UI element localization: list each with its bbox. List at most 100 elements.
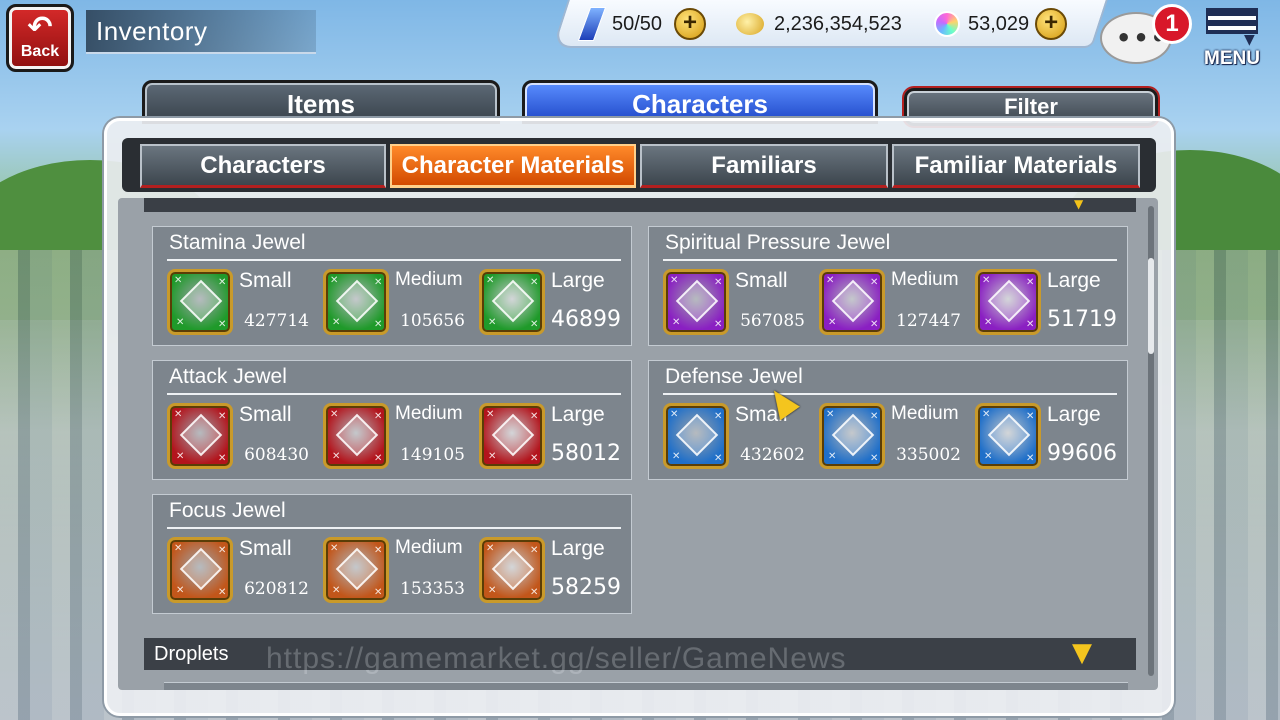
sparkle-icon: ✕ bbox=[332, 451, 341, 462]
sparkle-icon: ✕ bbox=[530, 545, 539, 556]
subtab-character-materials[interactable]: Character Materials bbox=[390, 144, 636, 188]
sparkle-icon: ✕ bbox=[826, 275, 835, 286]
orb-value: 53,029 bbox=[968, 12, 1030, 35]
gem-shape-icon bbox=[675, 279, 719, 323]
sparkle-icon: ✕ bbox=[714, 319, 723, 330]
jewel-slot-large[interactable]: ✕ ✕ ✕ ✕ Large 58012 bbox=[471, 403, 627, 473]
jewel-group-card: Attack Jewel ✕ ✕ ✕ ✕ Small 608430 ✕ ✕ ✕ ✕ Medium 149… bbox=[152, 360, 632, 480]
jewel-size-label: Large bbox=[551, 403, 605, 426]
sparkle-icon: ✕ bbox=[488, 317, 497, 328]
jewel-size-label: Large bbox=[551, 537, 605, 560]
sparkle-icon: ✕ bbox=[714, 277, 723, 288]
jewel-slot-small[interactable]: ✕ ✕ ✕ ✕ Small 608430 bbox=[159, 403, 315, 473]
jewel-count: 608430 bbox=[244, 445, 309, 465]
gem-shape-icon bbox=[491, 547, 535, 591]
back-button[interactable]: ↶ Back bbox=[6, 4, 74, 72]
sparkle-icon: ✕ bbox=[870, 411, 879, 422]
subtab-characters[interactable]: Characters bbox=[140, 144, 386, 188]
sparkle-icon: ✕ bbox=[218, 545, 227, 556]
divider bbox=[167, 259, 621, 261]
gem-shape-icon bbox=[987, 279, 1031, 323]
jewel-slot-large[interactable]: ✕ ✕ ✕ ✕ Large 99606 bbox=[967, 403, 1123, 473]
jewel-slot-small[interactable]: ✕ ✕ ✕ ✕ Small 567085 bbox=[655, 269, 811, 339]
sparkle-icon: ✕ bbox=[828, 451, 837, 462]
coin-icon bbox=[736, 13, 764, 35]
sparkle-icon: ✕ bbox=[332, 585, 341, 596]
divider bbox=[167, 393, 621, 395]
jewel-group-title: Attack Jewel bbox=[169, 365, 287, 388]
jewel-icon[interactable]: ✕ ✕ ✕ ✕ bbox=[479, 403, 545, 469]
sparkle-icon: ✕ bbox=[1026, 319, 1035, 330]
jewel-slot-large[interactable]: ✕ ✕ ✕ ✕ Large 51719 bbox=[967, 269, 1123, 339]
sparkle-icon: ✕ bbox=[330, 275, 339, 286]
sparkle-icon: ✕ bbox=[670, 275, 679, 286]
jewels-section-header[interactable] bbox=[144, 198, 1136, 212]
sparkle-icon: ✕ bbox=[174, 409, 183, 420]
jewel-count: 127447 bbox=[896, 311, 961, 331]
jewel-slot-medium[interactable]: ✕ ✕ ✕ ✕ Medium 335002 bbox=[811, 403, 967, 473]
jewel-icon[interactable]: ✕ ✕ ✕ ✕ bbox=[819, 403, 885, 469]
jewel-icon[interactable]: ✕ ✕ ✕ ✕ bbox=[167, 269, 233, 335]
jewel-icon[interactable]: ✕ ✕ ✕ ✕ bbox=[663, 403, 729, 469]
sparkle-icon: ✕ bbox=[1026, 277, 1035, 288]
jewel-size-label: Medium bbox=[891, 403, 959, 424]
divider bbox=[663, 393, 1117, 395]
sparkle-icon: ✕ bbox=[828, 317, 837, 328]
jewel-size-label: Small bbox=[239, 537, 292, 560]
jewel-slot-medium[interactable]: ✕ ✕ ✕ ✕ Medium 149105 bbox=[315, 403, 471, 473]
sparkle-icon: ✕ bbox=[984, 451, 993, 462]
sparkle-icon: ✕ bbox=[486, 543, 495, 554]
sparkle-icon: ✕ bbox=[1026, 411, 1035, 422]
jewel-slot-large[interactable]: ✕ ✕ ✕ ✕ Large 46899 bbox=[471, 269, 627, 339]
gem-shape-icon bbox=[179, 413, 223, 457]
sparkle-icon: ✕ bbox=[374, 411, 383, 422]
sparkle-icon: ✕ bbox=[982, 275, 991, 286]
sparkle-icon: ✕ bbox=[530, 319, 539, 330]
jewel-slot-medium[interactable]: ✕ ✕ ✕ ✕ Medium 105656 bbox=[315, 269, 471, 339]
coin-value: 2,236,354,523 bbox=[774, 12, 902, 35]
jewel-icon[interactable]: ✕ ✕ ✕ ✕ bbox=[479, 269, 545, 335]
spirit-orb-icon bbox=[934, 11, 960, 37]
jewel-icon[interactable]: ✕ ✕ ✕ ✕ bbox=[167, 403, 233, 469]
sparkle-icon: ✕ bbox=[488, 585, 497, 596]
jewel-icon[interactable]: ✕ ✕ ✕ ✕ bbox=[975, 269, 1041, 335]
page-title: Inventory bbox=[96, 16, 208, 46]
jewel-icon[interactable]: ✕ ✕ ✕ ✕ bbox=[975, 403, 1041, 469]
jewel-group-card: Defense Jewel ✕ ✕ ✕ ✕ Small 432602 ✕ ✕ ✕ ✕ Medium 33… bbox=[648, 360, 1128, 480]
add-stamina-button[interactable]: + bbox=[674, 8, 707, 40]
jewel-icon[interactable]: ✕ ✕ ✕ ✕ bbox=[479, 537, 545, 603]
jewel-slot-small[interactable]: ✕ ✕ ✕ ✕ Small 427714 bbox=[159, 269, 315, 339]
sparkle-icon: ✕ bbox=[176, 585, 185, 596]
menu-button[interactable]: ▼ MENU bbox=[1200, 6, 1266, 72]
sparkle-icon: ✕ bbox=[174, 543, 183, 554]
jewel-size-label: Medium bbox=[395, 537, 463, 558]
jewel-size-label: Medium bbox=[395, 403, 463, 424]
back-arrow-icon: ↶ bbox=[27, 10, 53, 45]
droplets-label: Droplets bbox=[154, 643, 229, 665]
sparkle-icon: ✕ bbox=[218, 411, 227, 422]
jewel-icon[interactable]: ✕ ✕ ✕ ✕ bbox=[323, 537, 389, 603]
jewel-count: 46899 bbox=[551, 307, 621, 332]
sparkle-icon: ✕ bbox=[176, 451, 185, 462]
jewel-group-title: Stamina Jewel bbox=[169, 231, 306, 254]
jewel-icon[interactable]: ✕ ✕ ✕ ✕ bbox=[167, 537, 233, 603]
jewel-icon[interactable]: ✕ ✕ ✕ ✕ bbox=[323, 403, 389, 469]
jewel-icon[interactable]: ✕ ✕ ✕ ✕ bbox=[819, 269, 885, 335]
jewel-icon[interactable]: ✕ ✕ ✕ ✕ bbox=[663, 269, 729, 335]
add-orbs-button[interactable]: + bbox=[1035, 8, 1068, 40]
gem-shape-icon bbox=[987, 413, 1031, 457]
subtab-familiars[interactable]: Familiars bbox=[640, 144, 888, 188]
jewel-icon[interactable]: ✕ ✕ ✕ ✕ bbox=[323, 269, 389, 335]
subtab-familiar-materials[interactable]: Familiar Materials bbox=[892, 144, 1140, 188]
jewel-slot-medium[interactable]: ✕ ✕ ✕ ✕ Medium 127447 bbox=[811, 269, 967, 339]
sparkle-icon: ✕ bbox=[330, 543, 339, 554]
jewel-slot-medium[interactable]: ✕ ✕ ✕ ✕ Medium 153353 bbox=[315, 537, 471, 607]
jewel-count: 432602 bbox=[740, 445, 805, 465]
jewel-slot-large[interactable]: ✕ ✕ ✕ ✕ Large 58259 bbox=[471, 537, 627, 607]
sparkle-icon: ✕ bbox=[374, 319, 383, 330]
gem-shape-icon bbox=[491, 279, 535, 323]
jewel-slot-small[interactable]: ✕ ✕ ✕ ✕ Small 620812 bbox=[159, 537, 315, 607]
scrollbar-thumb[interactable] bbox=[1148, 258, 1154, 354]
jewel-group-title: Focus Jewel bbox=[169, 499, 286, 522]
sparkle-icon: ✕ bbox=[374, 545, 383, 556]
